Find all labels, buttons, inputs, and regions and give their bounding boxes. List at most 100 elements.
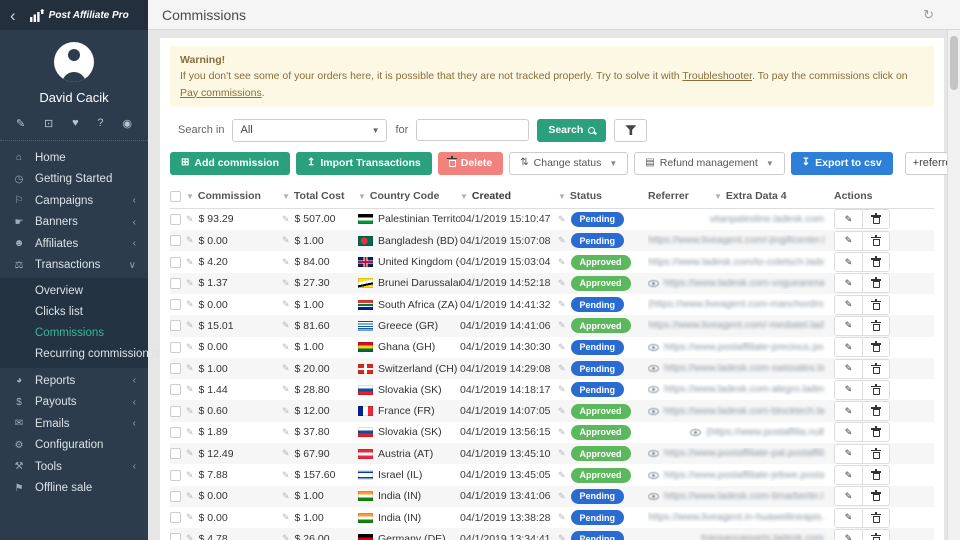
sidebar-item-offline-sale[interactable]: ⚑Offline sale xyxy=(0,478,148,500)
edit-pencil-icon[interactable]: ✎ xyxy=(558,533,566,540)
edit-profile-icon[interactable]: ✎ xyxy=(16,117,25,130)
edit-pencil-icon[interactable]: ✎ xyxy=(186,491,194,502)
edit-pencil-icon[interactable]: ✎ xyxy=(282,299,290,310)
edit-pencil-icon[interactable]: ✎ xyxy=(282,235,290,246)
edit-row-button[interactable]: ✎ xyxy=(835,338,862,356)
edit-pencil-icon[interactable]: ✎ xyxy=(186,533,194,540)
sidebar-subitem-clicks-list[interactable]: Clicks list xyxy=(0,302,148,323)
row-checkbox[interactable] xyxy=(170,257,181,268)
sidebar-subitem-commissions[interactable]: Commissions xyxy=(0,323,148,344)
delete-row-button[interactable] xyxy=(862,296,889,314)
edit-pencil-icon[interactable]: ✎ xyxy=(558,363,566,374)
row-checkbox[interactable] xyxy=(170,214,181,225)
export-csv-button[interactable]: ↧ Export to csv xyxy=(791,152,893,175)
column-header-country-code[interactable]: ▼Country Code xyxy=(358,190,460,202)
delete-row-button[interactable] xyxy=(862,381,889,399)
edit-pencil-icon[interactable]: ✎ xyxy=(558,427,566,438)
row-checkbox[interactable] xyxy=(170,384,181,395)
sidebar-item-tools[interactable]: ⚒Tools‹ xyxy=(0,456,148,478)
edit-pencil-icon[interactable]: ✎ xyxy=(186,299,194,310)
edit-pencil-icon[interactable]: ✎ xyxy=(282,342,290,353)
column-header-total-cost[interactable]: ▼Total Cost xyxy=(282,190,358,202)
edit-pencil-icon[interactable]: ✎ xyxy=(186,320,194,331)
edit-row-button[interactable]: ✎ xyxy=(835,402,862,420)
edit-pencil-icon[interactable]: ✎ xyxy=(558,448,566,459)
edit-row-button[interactable]: ✎ xyxy=(835,445,862,463)
row-checkbox[interactable] xyxy=(170,491,181,502)
devices-icon[interactable]: ⊡ xyxy=(44,117,53,130)
edit-row-button[interactable]: ✎ xyxy=(835,232,862,250)
sidebar-item-transactions[interactable]: ⚖Transactions∨ xyxy=(0,255,148,277)
row-checkbox[interactable] xyxy=(170,448,181,459)
edit-pencil-icon[interactable]: ✎ xyxy=(186,448,194,459)
edit-pencil-icon[interactable]: ✎ xyxy=(186,512,194,523)
edit-pencil-icon[interactable]: ✎ xyxy=(558,320,566,331)
delete-row-button[interactable] xyxy=(862,466,889,484)
delete-row-button[interactable] xyxy=(862,509,889,527)
edit-pencil-icon[interactable]: ✎ xyxy=(558,214,566,225)
edit-pencil-icon[interactable]: ✎ xyxy=(282,278,290,289)
delete-row-button[interactable] xyxy=(862,274,889,292)
row-checkbox[interactable] xyxy=(170,470,181,481)
sidebar-item-campaigns[interactable]: ⚐Campaigns‹ xyxy=(0,190,148,212)
delete-row-button[interactable] xyxy=(862,360,889,378)
delete-row-button[interactable] xyxy=(862,445,889,463)
column-header-status[interactable]: ▼Status xyxy=(558,190,648,202)
refresh-icon[interactable]: ↻ xyxy=(923,7,934,23)
delete-button[interactable]: Delete xyxy=(438,152,504,175)
delete-row-button[interactable] xyxy=(862,402,889,420)
edit-row-button[interactable]: ✎ xyxy=(835,317,862,335)
row-checkbox[interactable] xyxy=(170,512,181,523)
edit-pencil-icon[interactable]: ✎ xyxy=(282,257,290,268)
edit-row-button[interactable]: ✎ xyxy=(835,466,862,484)
row-checkbox[interactable] xyxy=(170,235,181,246)
edit-pencil-icon[interactable]: ✎ xyxy=(558,257,566,268)
troubleshooter-link[interactable]: Troubleshooter xyxy=(682,70,752,82)
delete-row-button[interactable] xyxy=(862,530,889,540)
edit-pencil-icon[interactable]: ✎ xyxy=(558,235,566,246)
edit-pencil-icon[interactable]: ✎ xyxy=(282,448,290,459)
sidebar-item-configuration[interactable]: ⚙Configuration xyxy=(0,435,148,457)
search-input[interactable] xyxy=(416,119,529,141)
import-transactions-button[interactable]: ↥ Import Transactions xyxy=(296,152,432,175)
edit-pencil-icon[interactable]: ✎ xyxy=(282,533,290,540)
sidebar-item-getting-started[interactable]: ◷Getting Started xyxy=(0,169,148,191)
column-header-extra-data-4[interactable]: ▼Extra Data 4 xyxy=(714,190,834,202)
edit-row-button[interactable]: ✎ xyxy=(835,253,862,271)
edit-pencil-icon[interactable]: ✎ xyxy=(186,470,194,481)
delete-row-button[interactable] xyxy=(862,423,889,441)
logout-icon[interactable]: ◉ xyxy=(122,117,132,130)
edit-pencil-icon[interactable]: ✎ xyxy=(558,406,566,417)
column-header-created[interactable]: ▼Created xyxy=(460,190,558,202)
edit-pencil-icon[interactable]: ✎ xyxy=(282,214,290,225)
edit-row-button[interactable]: ✎ xyxy=(835,296,862,314)
edit-pencil-icon[interactable]: ✎ xyxy=(282,320,290,331)
edit-pencil-icon[interactable]: ✎ xyxy=(282,363,290,374)
select-all-checkbox[interactable] xyxy=(170,191,181,202)
delete-row-button[interactable] xyxy=(862,338,889,356)
page-scrollbar[interactable] xyxy=(947,30,960,540)
row-checkbox[interactable] xyxy=(170,533,181,540)
edit-row-button[interactable]: ✎ xyxy=(835,210,862,228)
edit-pencil-icon[interactable]: ✎ xyxy=(186,363,194,374)
row-checkbox[interactable] xyxy=(170,278,181,289)
eye-icon[interactable] xyxy=(648,280,659,287)
delete-row-button[interactable] xyxy=(862,232,889,250)
edit-pencil-icon[interactable]: ✎ xyxy=(558,342,566,353)
edit-row-button[interactable]: ✎ xyxy=(835,509,862,527)
pay-commissions-link[interactable]: Pay commissions xyxy=(180,87,262,99)
search-in-select[interactable]: All ▼ xyxy=(232,119,387,142)
edit-row-button[interactable]: ✎ xyxy=(835,423,862,441)
sidebar-item-home[interactable]: ⌂Home xyxy=(0,147,148,169)
edit-pencil-icon[interactable]: ✎ xyxy=(186,257,194,268)
eye-icon[interactable] xyxy=(648,408,659,415)
sidebar-item-emails[interactable]: ✉Emails‹ xyxy=(0,413,148,435)
eye-icon[interactable] xyxy=(648,344,659,351)
sidebar-subitem-overview[interactable]: Overview xyxy=(0,281,148,302)
edit-pencil-icon[interactable]: ✎ xyxy=(186,384,194,395)
brand-logo[interactable]: Post Affiliate Pro xyxy=(30,9,129,22)
edit-row-button[interactable]: ✎ xyxy=(835,274,862,292)
edit-pencil-icon[interactable]: ✎ xyxy=(558,384,566,395)
help-icon[interactable]: ? xyxy=(97,117,103,130)
eye-icon[interactable] xyxy=(648,450,659,457)
